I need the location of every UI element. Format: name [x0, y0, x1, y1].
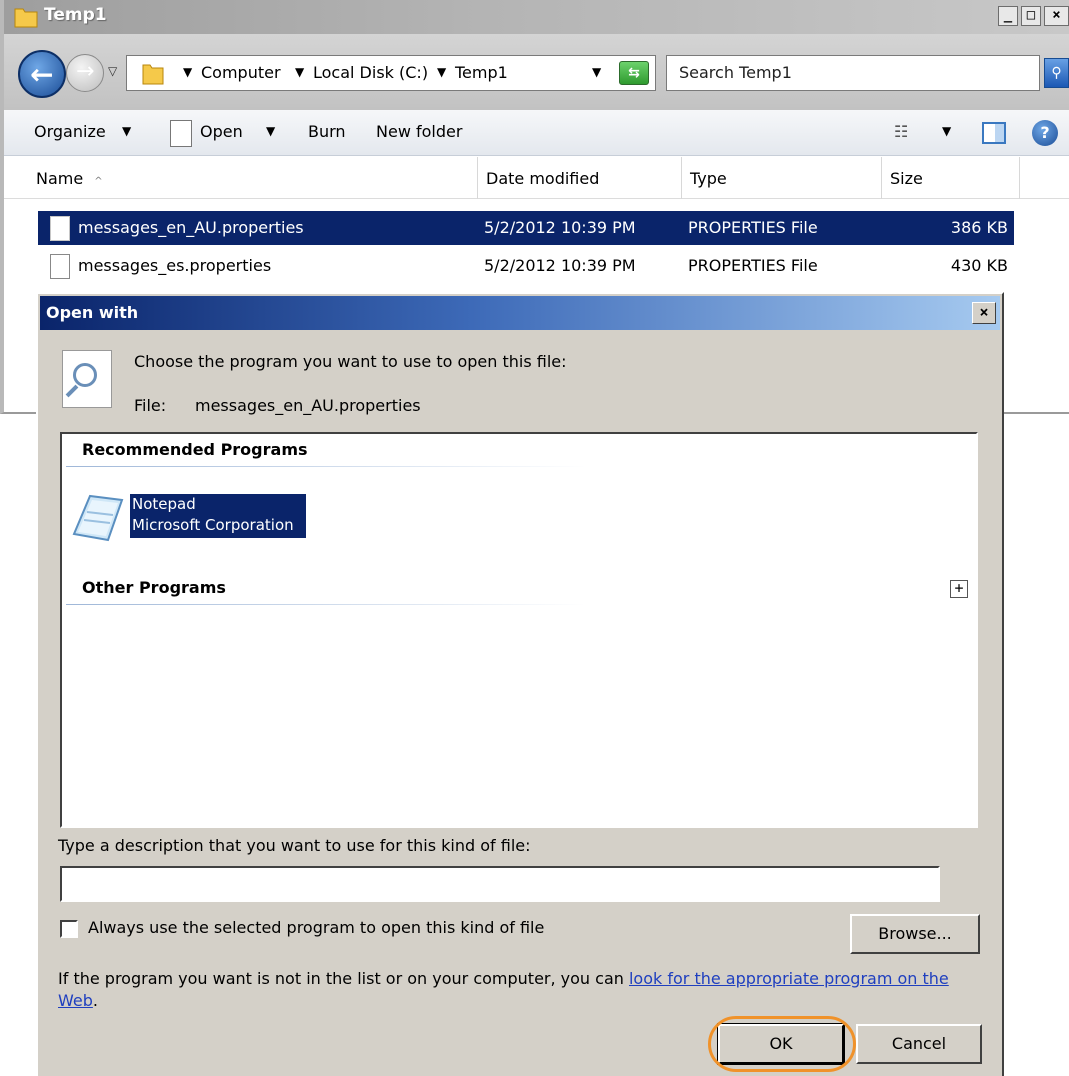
maximize-button[interactable]: □ [1021, 6, 1041, 26]
description-input[interactable] [60, 866, 940, 902]
forward-button[interactable]: → [66, 54, 104, 92]
forward-arrow-icon: → [76, 59, 95, 84]
help-text: If the program you want is not in the li… [58, 968, 988, 1012]
program-list[interactable]: Recommended Programs Notepad Microsoft C… [60, 432, 978, 828]
breadcrumb-arrow-icon[interactable]: ▼ [295, 65, 304, 79]
address-bar-area: ← → ▽ ▼ Computer ▼ Local Disk (C:) ▼ Tem… [4, 34, 1069, 110]
breadcrumb-local-disk[interactable]: Local Disk (C:) [313, 63, 428, 82]
always-use-checkbox[interactable] [60, 920, 78, 938]
column-date-modified[interactable]: Date modified [478, 157, 682, 199]
recommended-programs-heading: Recommended Programs [82, 440, 308, 459]
magnifier-document-icon [62, 350, 112, 408]
folder-icon [142, 64, 164, 85]
file-size: 430 KB [950, 256, 1008, 275]
dialog-prompt: Choose the program you want to use to op… [134, 352, 567, 371]
search-input[interactable]: Search Temp1 [666, 55, 1040, 91]
close-button[interactable]: × [1044, 6, 1069, 26]
file-size: 386 KB [950, 218, 1008, 237]
file-name-value: messages_en_AU.properties [195, 396, 421, 415]
file-label: File: [134, 396, 167, 415]
open-button[interactable]: Open [200, 122, 243, 141]
dialog-titlebar[interactable]: Open with × [40, 296, 1000, 330]
search-icon[interactable]: ⚲ [1044, 58, 1069, 88]
explorer-title: Temp1 [44, 5, 107, 25]
breadcrumb-temp1[interactable]: Temp1 [455, 63, 508, 82]
file-name: messages_es.properties [78, 256, 272, 275]
description-label: Type a description that you want to use … [58, 836, 531, 855]
dialog-close-button[interactable]: × [972, 302, 996, 324]
views-icon[interactable]: ☷ [894, 122, 908, 141]
breadcrumb-computer[interactable]: Computer [201, 63, 281, 82]
preview-pane-icon[interactable] [982, 122, 1006, 144]
breadcrumb-arrow-icon[interactable]: ▼ [183, 65, 192, 79]
column-name-label: Name [36, 169, 84, 188]
file-row[interactable]: messages_en_AU.properties 5/2/2012 10:39… [38, 211, 1014, 245]
explorer-titlebar[interactable]: Temp1 _ □ × [4, 0, 1069, 34]
folder-icon [14, 8, 38, 28]
views-dropdown-icon[interactable]: ▼ [942, 124, 951, 138]
help-icon[interactable]: ? [1032, 120, 1058, 146]
organize-button[interactable]: Organize [34, 122, 106, 141]
expand-icon[interactable]: + [950, 580, 968, 598]
file-icon [50, 216, 70, 241]
file-date: 5/2/2012 10:39 PM [484, 256, 636, 275]
other-programs-heading[interactable]: Other Programs [82, 578, 226, 597]
open-with-dialog: Open with × Choose the program you want … [36, 292, 1004, 1076]
burn-button[interactable]: Burn [308, 122, 346, 141]
browse-button[interactable]: Browse... [850, 914, 980, 954]
ok-button[interactable]: OK [717, 1023, 845, 1065]
address-dropdown-icon[interactable]: ▼ [592, 65, 601, 79]
file-row[interactable]: messages_es.properties 5/2/2012 10:39 PM… [38, 249, 1014, 283]
back-arrow-icon: ← [30, 58, 54, 91]
back-button[interactable]: ← [18, 50, 66, 98]
history-dropdown-icon[interactable]: ▽ [108, 64, 117, 78]
breadcrumb-arrow-icon[interactable]: ▼ [437, 65, 446, 79]
file-type: PROPERTIES File [688, 256, 818, 275]
minimize-button[interactable]: _ [998, 6, 1018, 26]
dialog-title: Open with [46, 303, 139, 322]
refresh-button[interactable]: ⇆ [619, 61, 649, 85]
always-use-label[interactable]: Always use the selected program to open … [88, 918, 544, 937]
notepad-icon[interactable] [68, 490, 126, 544]
address-path[interactable]: ▼ Computer ▼ Local Disk (C:) ▼ Temp1 ▼ ⇆ [126, 55, 656, 91]
open-dropdown-icon[interactable]: ▼ [266, 124, 275, 138]
group-divider [66, 466, 586, 467]
column-name[interactable]: Name ^ [4, 157, 478, 199]
organize-dropdown-icon[interactable]: ▼ [122, 124, 131, 138]
document-icon [170, 120, 192, 147]
cancel-button[interactable]: Cancel [856, 1024, 982, 1064]
file-type: PROPERTIES File [688, 218, 818, 237]
command-bar: Organize ▼ Open ▼ Burn New folder ☷ ▼ ? [4, 110, 1069, 156]
column-header: Name ^ Date modified Type Size [4, 157, 1069, 199]
new-folder-button[interactable]: New folder [376, 122, 462, 141]
program-vendor: Microsoft Corporation [132, 516, 294, 534]
program-name: Notepad [132, 495, 196, 513]
file-date: 5/2/2012 10:39 PM [484, 218, 636, 237]
file-name: messages_en_AU.properties [78, 218, 304, 237]
sort-ascending-icon: ^ [94, 176, 103, 187]
help-text-end: . [92, 991, 98, 1010]
file-icon [50, 254, 70, 279]
help-text-body: If the program you want is not in the li… [58, 969, 629, 988]
column-type[interactable]: Type [682, 157, 882, 199]
group-divider [66, 604, 586, 605]
column-size[interactable]: Size [882, 157, 1020, 199]
